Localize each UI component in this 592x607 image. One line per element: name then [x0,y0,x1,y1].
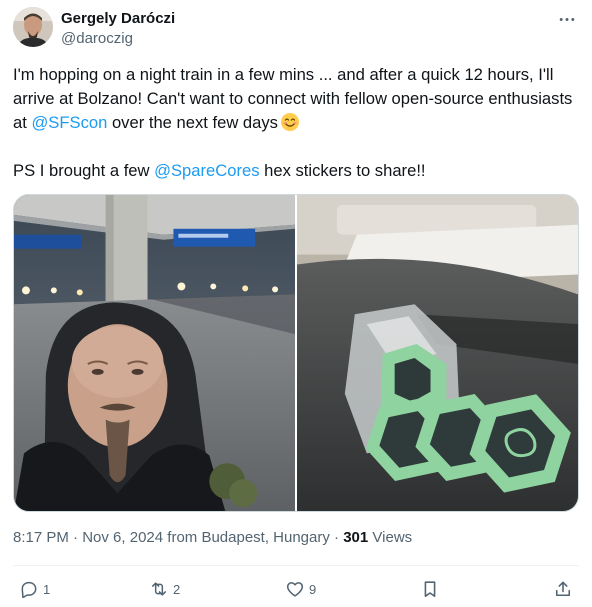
smiling-emoji [280,112,300,132]
bookmark-button[interactable] [420,576,440,602]
mention-sparecores[interactable]: @SpareCores [154,161,259,180]
reply-count: 1 [43,581,51,597]
photo-hex-stickers[interactable] [297,195,578,511]
views-count: 301 [343,529,369,546]
reply-button[interactable]: 1 [19,576,50,602]
tweet-paragraph-2: PS I brought a few @SpareCores hex stick… [13,159,579,183]
tweet-text-part: PS I brought a few [13,161,155,180]
tweet-date[interactable]: Nov 6, 2024 [82,529,163,546]
avatar[interactable] [13,7,53,47]
views-label: Views [372,529,413,546]
share-button[interactable] [553,576,573,602]
media-grid [13,194,579,512]
tweet-text-part: over the next few days [107,113,278,132]
tweet-meta: 8:17 PM · Nov 6, 2024 from Budapest, Hun… [13,529,412,546]
mention-sfscon[interactable]: @SFScon [31,113,107,132]
tweet-text-part: hex stickers to share!! [259,161,426,180]
tweet-location: from Budapest, Hungary [167,529,330,546]
tweet-paragraph-1: I'm hopping on a night train in a few mi… [13,63,579,135]
repost-icon [152,582,166,596]
like-button[interactable]: 9 [285,576,316,602]
meta-separator: · [334,529,344,546]
repost-count: 2 [173,581,181,597]
divider [13,565,579,566]
reply-icon [21,581,37,599]
photo-selfie-platform[interactable] [14,195,295,511]
tweet: Gergely Daróczi @daroczig I'm hopping on… [0,0,592,607]
action-bar: 1 2 9 [13,576,579,602]
author-handle[interactable]: @daroczig [61,30,133,47]
like-count: 9 [309,581,317,597]
tweet-time[interactable]: 8:17 PM [13,529,69,546]
repost-button[interactable]: 2 [149,576,180,602]
like-icon [286,582,304,597]
bookmark-icon [424,581,436,597]
author-name[interactable]: Gergely Daróczi [61,10,175,27]
share-icon [555,581,571,597]
tweet-text: I'm hopping on a night train in a few mi… [13,63,579,183]
more-icon[interactable] [556,8,578,30]
meta-separator: · [73,529,83,546]
